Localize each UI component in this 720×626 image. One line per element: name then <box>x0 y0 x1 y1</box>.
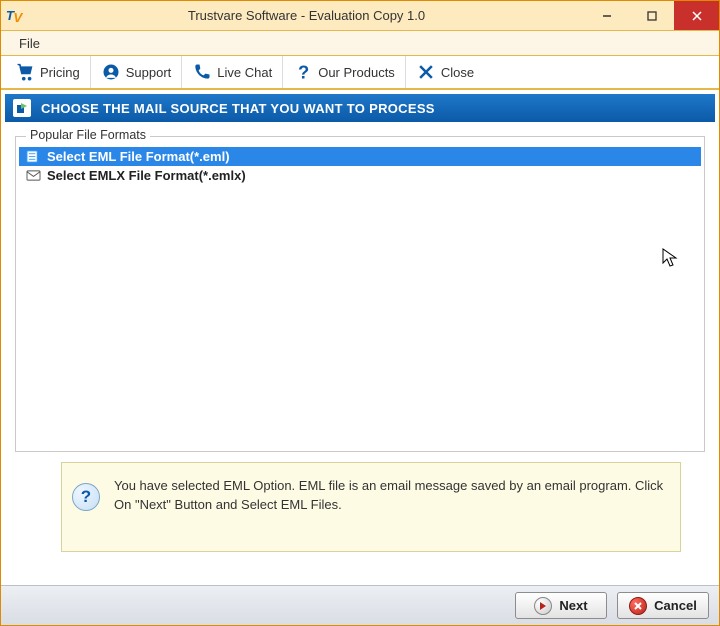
next-button[interactable]: Next <box>515 592 607 619</box>
toolbar-label: Support <box>126 65 172 80</box>
file-icon <box>25 150 41 164</box>
window-controls <box>584 1 719 30</box>
step-heading-text: CHOOSE THE MAIL SOURCE THAT YOU WANT TO … <box>41 101 435 116</box>
toolbar-close[interactable]: Close <box>406 56 484 88</box>
format-list: Select EML File Format(*.eml) Select EML… <box>19 147 701 185</box>
cancel-icon <box>629 597 647 615</box>
info-panel: ? You have selected EML Option. EML file… <box>61 462 681 552</box>
app-logo: TV <box>1 1 29 30</box>
format-label: Select EMLX File Format(*.emlx) <box>47 168 246 183</box>
svg-text:V: V <box>13 9 23 24</box>
popular-formats-group: Popular File Formats Select EML File For… <box>15 136 705 452</box>
info-text: You have selected EML Option. EML file i… <box>114 475 666 515</box>
toolbar-live-chat[interactable]: Live Chat <box>182 56 283 88</box>
svg-text:?: ? <box>298 62 309 82</box>
menu-bar: File <box>1 31 719 56</box>
toolbar: Pricing Support Live Chat ? Our Products… <box>1 56 719 90</box>
toolbar-support[interactable]: Support <box>91 56 183 88</box>
title-bar: TV Trustvare Software - Evaluation Copy … <box>1 1 719 31</box>
toolbar-label: Our Products <box>318 65 395 80</box>
cancel-button[interactable]: Cancel <box>617 592 709 619</box>
close-icon <box>416 62 436 82</box>
maximize-button[interactable] <box>629 1 674 30</box>
format-item-emlx[interactable]: Select EMLX File Format(*.emlx) <box>19 166 701 185</box>
toolbar-label: Close <box>441 65 474 80</box>
main-content: Popular File Formats Select EML File For… <box>1 122 719 552</box>
close-window-button[interactable] <box>674 1 719 30</box>
next-button-label: Next <box>559 598 587 613</box>
menu-file[interactable]: File <box>9 34 50 53</box>
headset-icon <box>101 62 121 82</box>
cancel-button-label: Cancel <box>654 598 697 613</box>
phone-icon <box>192 62 212 82</box>
toolbar-label: Pricing <box>40 65 80 80</box>
window-title: Trustvare Software - Evaluation Copy 1.0 <box>29 1 584 30</box>
help-icon: ? <box>72 483 100 511</box>
envelope-icon <box>25 169 41 183</box>
cart-icon <box>15 62 35 82</box>
format-item-eml[interactable]: Select EML File Format(*.eml) <box>19 147 701 166</box>
group-legend: Popular File Formats <box>26 128 150 142</box>
toolbar-label: Live Chat <box>217 65 272 80</box>
footer-bar: Next Cancel <box>1 585 719 625</box>
format-label: Select EML File Format(*.eml) <box>47 149 230 164</box>
step-header: CHOOSE THE MAIL SOURCE THAT YOU WANT TO … <box>5 94 715 122</box>
arrow-right-icon <box>534 597 552 615</box>
minimize-button[interactable] <box>584 1 629 30</box>
step-icon <box>13 99 31 117</box>
question-icon: ? <box>293 62 313 82</box>
toolbar-our-products[interactable]: ? Our Products <box>283 56 406 88</box>
toolbar-pricing[interactable]: Pricing <box>5 56 91 88</box>
